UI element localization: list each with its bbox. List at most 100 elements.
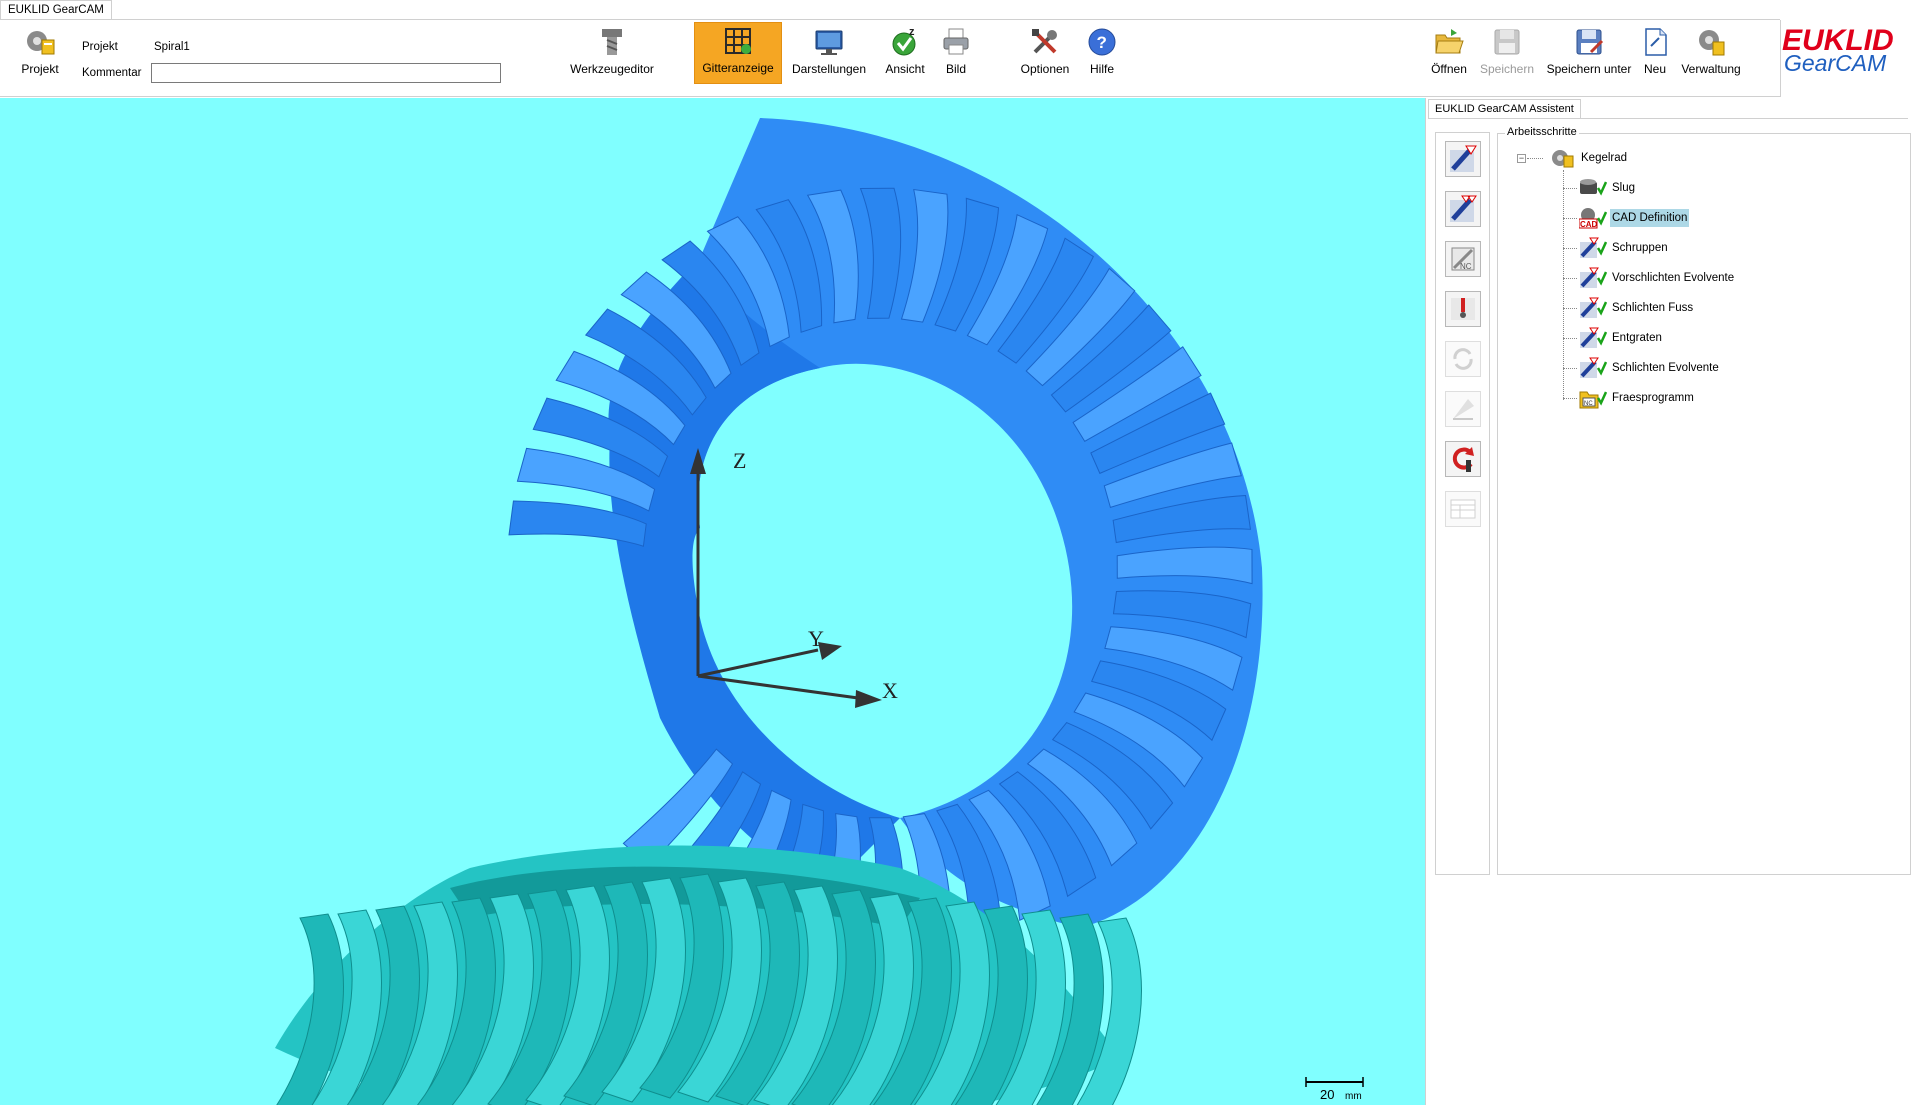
tree-root-kegelrad[interactable]: Kegelrad [1548,147,1629,169]
tree-connector [1563,248,1577,249]
tree-collapse-toggle[interactable]: − [1517,154,1526,163]
speichern-unter-button[interactable]: Speichern unter [1546,24,1632,84]
verwaltung-button[interactable]: Verwaltung [1680,24,1742,84]
tree-connector [1563,338,1577,339]
tree-step-item[interactable]: CADCAD Definition [1579,207,1689,229]
step-tool-button-7[interactable] [1445,441,1481,477]
management-gear-icon [1695,26,1727,58]
nc-program-icon: NC [1448,244,1478,274]
schlichten-evolvente-icon [1579,357,1607,379]
hilfe-label: Hilfe [1090,62,1114,76]
tree-connector [1563,278,1577,279]
bild-label: Bild [946,62,966,76]
optionen-button[interactable]: Optionen [1018,24,1072,84]
help-icon: ? [1086,26,1118,58]
step-tool-button-8[interactable] [1445,491,1481,527]
arbeitsschritte-group [1497,133,1911,875]
step-tool-button-1[interactable] [1445,141,1481,177]
assistant-tab[interactable]: EUKLID GearCAM Assistent [1428,99,1581,119]
tree-step-label: Slug [1610,179,1637,197]
svg-text:CAD: CAD [1580,220,1598,229]
app-tab[interactable]: EUKLID GearCAM [0,0,112,20]
scale-value: 20 [1320,1087,1334,1102]
tree-step-item[interactable]: Slug [1579,177,1637,199]
reset-icon [1448,444,1478,474]
table-icon [1448,494,1478,524]
open-folder-icon [1433,26,1465,58]
step-tool-button-2[interactable] [1445,191,1481,227]
werkzeugeditor-button[interactable]: Werkzeugeditor [567,24,657,84]
gitteranzeige-label: Gitteranzeige [702,61,773,75]
tree-step-label: Schruppen [1610,239,1670,257]
speichern-label: Speichern [1480,62,1534,76]
tree-step-item[interactable]: Entgraten [1579,327,1664,349]
view-zoom-icon: z [889,26,921,58]
tree-connector [1563,368,1577,369]
projekt-value: Spiral1 [154,41,190,53]
ansicht-label: Ansicht [885,62,924,76]
tree-step-item[interactable]: Vorschlichten Evolvente [1579,267,1736,289]
bild-button[interactable]: Bild [938,24,974,84]
oeffnen-button[interactable]: Öffnen [1428,24,1470,84]
darstellungen-button[interactable]: Darstellungen [790,24,868,84]
probe-icon [1448,294,1478,324]
vorschlichten-icon [1579,267,1607,289]
tree-step-item[interactable]: Schlichten Fuss [1579,297,1695,319]
tree-trunk [1563,170,1564,400]
neu-button[interactable]: Neu [1640,24,1670,84]
fraesprogramm-icon: NC [1579,387,1607,409]
step-tool-button-3[interactable]: NC [1445,241,1481,277]
speichern-unter-label: Speichern unter [1547,62,1632,76]
tree-connector [1563,308,1577,309]
tool-editor-icon [596,26,628,58]
tree-root-label: Kegelrad [1579,149,1629,167]
verwaltung-label: Verwaltung [1681,62,1740,76]
step-tool-button-6[interactable] [1445,391,1481,427]
svg-text:?: ? [1097,33,1107,52]
app-tab-label: EUKLID GearCAM [8,4,104,16]
schlichten-fuss-icon [1579,297,1607,319]
ansicht-button[interactable]: z Ansicht [882,24,928,84]
y-axis-line [698,650,818,676]
projekt-label: Projekt [82,41,118,53]
new-document-icon [1639,26,1671,58]
measure-icon [1448,394,1478,424]
speichern-button[interactable]: Speichern [1478,24,1536,84]
step-tool-button-5[interactable] [1445,341,1481,377]
tree-step-label: Schlichten Evolvente [1610,359,1721,377]
arbeitsschritte-title: Arbeitsschritte [1505,126,1579,138]
projekt-button[interactable]: Projekt [18,24,62,84]
gitteranzeige-button[interactable]: Gitteranzeige [694,22,782,84]
step-tool-button-4[interactable] [1445,291,1481,327]
mill-path-double-icon [1448,194,1478,224]
cad-definition-icon: CAD [1579,207,1607,229]
tools-icon [1029,26,1061,58]
ribbon-toolbar: Projekt Projekt Spiral1 Kommentar Werkze… [0,20,1781,97]
tree-step-item[interactable]: Schruppen [1579,237,1670,259]
tree-connector [1563,188,1577,189]
save-as-icon [1573,26,1605,58]
tree-connector [1563,218,1577,219]
project-gear-icon [24,26,56,58]
tree-step-item[interactable]: NCFraesprogramm [1579,387,1696,409]
euklid-gearcam-logo: EUKLID GearCAM [1780,22,1916,78]
y-axis-label: Y [808,626,824,651]
x-axis-arrowhead [855,690,882,708]
kommentar-input[interactable] [151,63,501,83]
tree-step-label: Schlichten Fuss [1610,299,1695,317]
projekt-button-label: Projekt [21,62,58,76]
logo-gearcam-text: GearCAM [1784,50,1887,76]
svg-text:NC: NC [1460,262,1472,271]
assistant-tool-column: NC [1435,132,1490,875]
mill-path-icon [1448,144,1478,174]
3d-viewport[interactable]: Z Y X 20 mm [0,98,1425,1105]
slug-icon [1579,177,1607,199]
monitor-icon [813,26,845,58]
hilfe-button[interactable]: ? Hilfe [1086,24,1118,84]
refresh-icon [1448,344,1478,374]
grid-icon [722,25,754,57]
svg-text:NC: NC [1584,401,1593,407]
z-axis-label: Z [733,448,746,473]
tree-step-item[interactable]: Schlichten Evolvente [1579,357,1721,379]
optionen-label: Optionen [1021,62,1070,76]
